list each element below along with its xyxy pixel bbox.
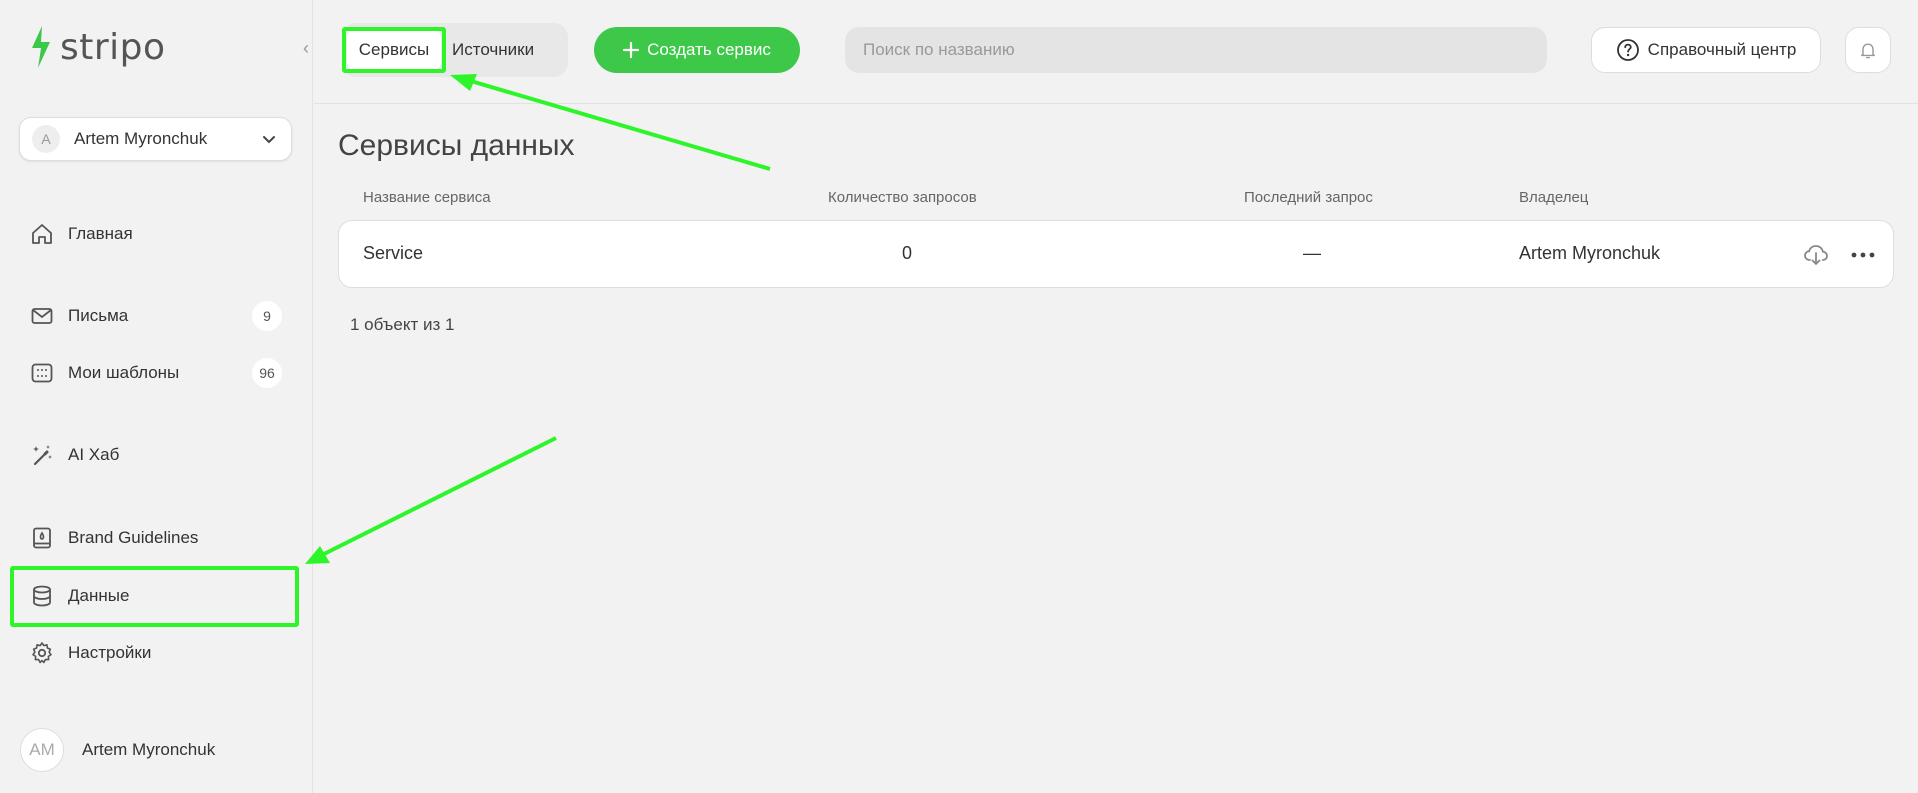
magic-wand-icon (28, 441, 56, 469)
account-switcher[interactable]: A Artem Myronchuk (19, 117, 292, 161)
avatar: AM (20, 728, 64, 772)
column-header-last-request[interactable]: Последний запрос (1244, 189, 1373, 206)
sidebar-item-label: Brand Guidelines (68, 528, 199, 547)
user-profile[interactable]: AM Artem Myronchuk (20, 728, 215, 772)
last-request: — (1303, 243, 1321, 263)
brand-book-icon (28, 524, 56, 552)
pagination-info: 1 объект из 1 (350, 315, 455, 334)
collapse-sidebar-icon[interactable]: ‹ (303, 38, 309, 59)
owner: Artem Myronchuk (1519, 243, 1661, 263)
account-name: Artem Myronchuk (74, 129, 208, 148)
topbar: Сервисы Источники Создать сервис Справоч… (314, 0, 1918, 104)
service-name[interactable]: Service (363, 243, 423, 264)
annotation-arrow-data (317, 436, 557, 559)
templates-icon (28, 359, 56, 387)
page-title: Сервисы данных (338, 129, 575, 162)
help-center-label: Справочный центр (1647, 40, 1797, 59)
logo-text: stripo (60, 26, 166, 68)
sidebar: stripo ‹ A Artem Myronchuk Главная Письм… (0, 0, 313, 793)
create-service-label: Создать сервис (647, 40, 771, 59)
create-service-button[interactable]: Создать сервис (594, 27, 800, 73)
column-header-name[interactable]: Название сервиса (363, 189, 491, 206)
stripo-logo[interactable]: stripo (28, 24, 166, 70)
sidebar-item-label: Главная (68, 224, 133, 243)
sidebar-item-emails[interactable]: Письма 9 (28, 301, 282, 331)
sidebar-item-ai-hub[interactable]: AI Хаб (28, 440, 282, 470)
more-options-icon[interactable] (1849, 241, 1877, 269)
mail-icon (28, 302, 56, 330)
sidebar-item-templates[interactable]: Мои шаблоны 96 (28, 358, 282, 388)
annotation-highlight-box (342, 27, 446, 73)
column-header-owner[interactable]: Владелец (1519, 189, 1588, 206)
account-avatar: A (32, 125, 60, 153)
table-row[interactable]: Service 0 — Artem Myronchuk (338, 220, 1894, 288)
sidebar-item-home[interactable]: Главная (28, 219, 282, 249)
sidebar-item-label: Настройки (68, 643, 152, 662)
notifications-button[interactable] (1845, 27, 1891, 73)
sidebar-item-settings[interactable]: Настройки (28, 638, 282, 668)
column-header-requests[interactable]: Количество запросов (828, 189, 977, 206)
bell-icon (1861, 43, 1875, 59)
sidebar-item-label: Письма (68, 306, 129, 325)
help-center-button[interactable]: Справочный центр (1591, 27, 1821, 73)
sidebar-item-brand-guidelines[interactable]: Brand Guidelines (28, 523, 282, 553)
search-input[interactable] (845, 27, 1547, 73)
plus-icon (623, 42, 640, 58)
stripo-logo-icon (32, 26, 50, 68)
gear-icon (28, 639, 56, 667)
home-icon (28, 220, 56, 248)
request-count: 0 (902, 243, 913, 263)
count-badge: 96 (252, 358, 282, 388)
sidebar-item-label: Мои шаблоны (68, 363, 180, 382)
annotation-highlight-box (10, 566, 299, 627)
cloud-download-icon[interactable] (1802, 241, 1830, 269)
tab-sources[interactable]: Источники (452, 28, 534, 72)
count-badge: 9 (252, 301, 282, 331)
user-name: Artem Myronchuk (82, 740, 216, 759)
sidebar-item-label: AI Хаб (68, 445, 120, 464)
chevron-down-icon (263, 136, 275, 144)
question-circle-icon (1616, 39, 1639, 61)
